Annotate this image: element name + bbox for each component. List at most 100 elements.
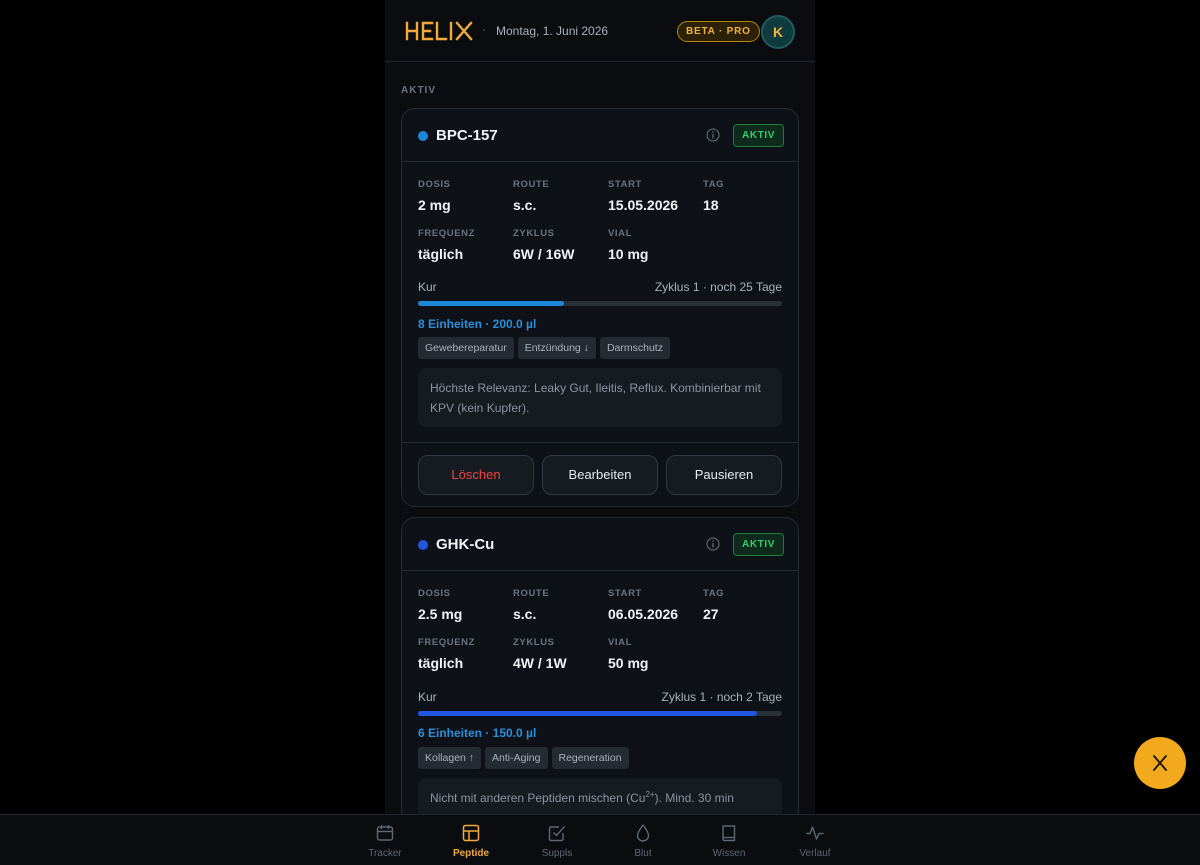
peptide-card: BPC-157 AKTIV DOSIS 2 mg ROUTE s.c. STAR… (401, 108, 799, 507)
detail-value: 2 mg (418, 197, 451, 213)
detail-label: DOSIS (418, 588, 451, 599)
nav-label: Blut (634, 848, 652, 859)
detail-start: START 06.05.2026 (608, 588, 703, 622)
card-header[interactable]: BPC-157 AKTIV (402, 109, 798, 162)
detail-label: START (608, 179, 642, 190)
plan-badge: BETA · PRO (677, 21, 760, 42)
helix-x-icon (1153, 755, 1167, 771)
detail-value: täglich (418, 655, 464, 671)
note-superscript: 2+ (645, 790, 655, 799)
detail-label: DOSIS (418, 179, 451, 190)
nav-item-tracker[interactable]: Tracker (350, 823, 420, 859)
status-badge: AKTIV (733, 533, 784, 556)
helix-logo[interactable] (405, 19, 475, 43)
helix-fab-button[interactable] (1134, 737, 1186, 789)
dose-units: 8 Einheiten · 200.0 µl (418, 317, 537, 331)
drop-icon (636, 823, 650, 842)
info-icon[interactable] (706, 128, 720, 142)
tag: Regeneration (551, 747, 629, 769)
detail-value: 18 (703, 197, 719, 213)
tag: Gewebereparatur (418, 337, 514, 359)
detail-value: 6W / 16W (513, 246, 575, 262)
detail-value: s.c. (513, 197, 537, 213)
note-text: Nicht mit anderen Peptiden mischen (Cu (430, 791, 646, 805)
detail-frequency: FREQUENZ täglich (418, 228, 513, 262)
book-icon (722, 825, 736, 842)
detail-label: ZYKLUS (513, 228, 555, 239)
detail-vial: VIAL 50 mg (608, 637, 703, 671)
note-text-continued: ). Mind. 30 min (654, 791, 734, 805)
grid-icon (462, 824, 480, 842)
detail-dose: DOSIS 2.5 mg (418, 588, 513, 622)
status-badge: AKTIV (733, 124, 784, 147)
peptide-name: GHK-Cu (436, 536, 495, 553)
detail-label: FREQUENZ (418, 637, 476, 648)
detail-value: 27 (703, 606, 719, 622)
delete-button[interactable]: Löschen (418, 455, 534, 495)
nav-item-peptide[interactable]: Peptide (436, 823, 506, 859)
detail-value: 10 mg (608, 246, 649, 262)
calendar-icon (376, 825, 394, 841)
peptide-color-dot (418, 131, 428, 141)
section-label-active: AKTIV (401, 85, 436, 96)
course-progress-bar (418, 301, 782, 306)
detail-route: ROUTE s.c. (513, 588, 608, 622)
tag: Entzündung ↓ (517, 337, 596, 359)
detail-label: TAG (703, 179, 725, 190)
course-label: Kur (418, 280, 437, 294)
nav-label: Peptide (452, 848, 490, 859)
detail-value: täglich (418, 246, 464, 262)
checkbox-icon (548, 826, 566, 842)
bottom-nav: Tracker Peptide Suppls Blut Wissen Verla… (0, 814, 1200, 865)
tag-list: Kollagen ↑ Anti-Aging Regeneration (418, 747, 633, 769)
course-row: Kur Zyklus 1 · noch 25 Tage (418, 280, 782, 294)
card-header[interactable]: GHK-Cu AKTIV (402, 518, 798, 571)
detail-label: VIAL (608, 228, 633, 239)
pause-button[interactable]: Pausieren (666, 455, 782, 495)
nav-item-blood[interactable]: Blut (608, 823, 678, 859)
helix-logo-wordmark (405, 21, 473, 41)
detail-frequency: FREQUENZ täglich (418, 637, 513, 671)
detail-value: 4W / 1W (513, 655, 567, 671)
tag: Kollagen ↑ (418, 747, 482, 769)
nav-item-history[interactable]: Verlauf (780, 823, 850, 859)
detail-label: ROUTE (513, 588, 550, 599)
detail-label: START (608, 588, 642, 599)
edit-button[interactable]: Bearbeiten (542, 455, 658, 495)
peptide-note: Höchste Relevanz: Leaky Gut, Ileitis, Re… (418, 368, 782, 427)
detail-cycle: ZYKLUS 4W / 1W (513, 637, 608, 671)
app-header: · Montag, 1. Juni 2026 BETA · PRO K (385, 0, 815, 62)
nav-label: Suppls (541, 848, 573, 859)
peptide-color-dot (418, 540, 428, 550)
detail-cycle: ZYKLUS 6W / 16W (513, 228, 608, 262)
tag-list: Gewebereparatur Entzündung ↓ Darmschutz (418, 337, 674, 359)
nav-item-knowledge[interactable]: Wissen (694, 823, 764, 859)
nav-label: Wissen (712, 848, 746, 859)
course-label: Kur (418, 690, 437, 704)
detail-value: 06.05.2026 (608, 606, 679, 622)
cycle-info: Zyklus 1 · noch 25 Tage (654, 280, 782, 294)
course-progress-fill (418, 301, 564, 306)
detail-value: 2.5 mg (418, 606, 463, 622)
tag: Anti-Aging (485, 747, 548, 769)
avatar[interactable]: K (761, 15, 795, 49)
detail-label: VIAL (608, 637, 633, 648)
nav-item-supplements[interactable]: Suppls (522, 823, 592, 859)
detail-label: ROUTE (513, 179, 550, 190)
detail-value: s.c. (513, 606, 537, 622)
detail-label: ZYKLUS (513, 637, 555, 648)
pulse-icon (806, 826, 824, 840)
nav-label: Tracker (368, 848, 402, 859)
info-icon[interactable] (706, 537, 720, 551)
detail-value: 15.05.2026 (608, 197, 679, 213)
course-progress-bar (418, 711, 782, 716)
detail-route: ROUTE s.c. (513, 179, 608, 213)
app-column: · Montag, 1. Juni 2026 BETA · PRO K AKTI… (385, 0, 815, 865)
peptide-name: BPC-157 (436, 127, 498, 144)
course-row: Kur Zyklus 1 · noch 2 Tage (418, 690, 782, 704)
peptide-card: GHK-Cu AKTIV DOSIS 2.5 mg ROUTE s.c. STA… (401, 517, 799, 837)
detail-dose: DOSIS 2 mg (418, 179, 513, 213)
nav-label: Verlauf (799, 848, 831, 859)
header-date: Montag, 1. Juni 2026 (496, 24, 609, 38)
course-progress-fill (418, 711, 757, 716)
